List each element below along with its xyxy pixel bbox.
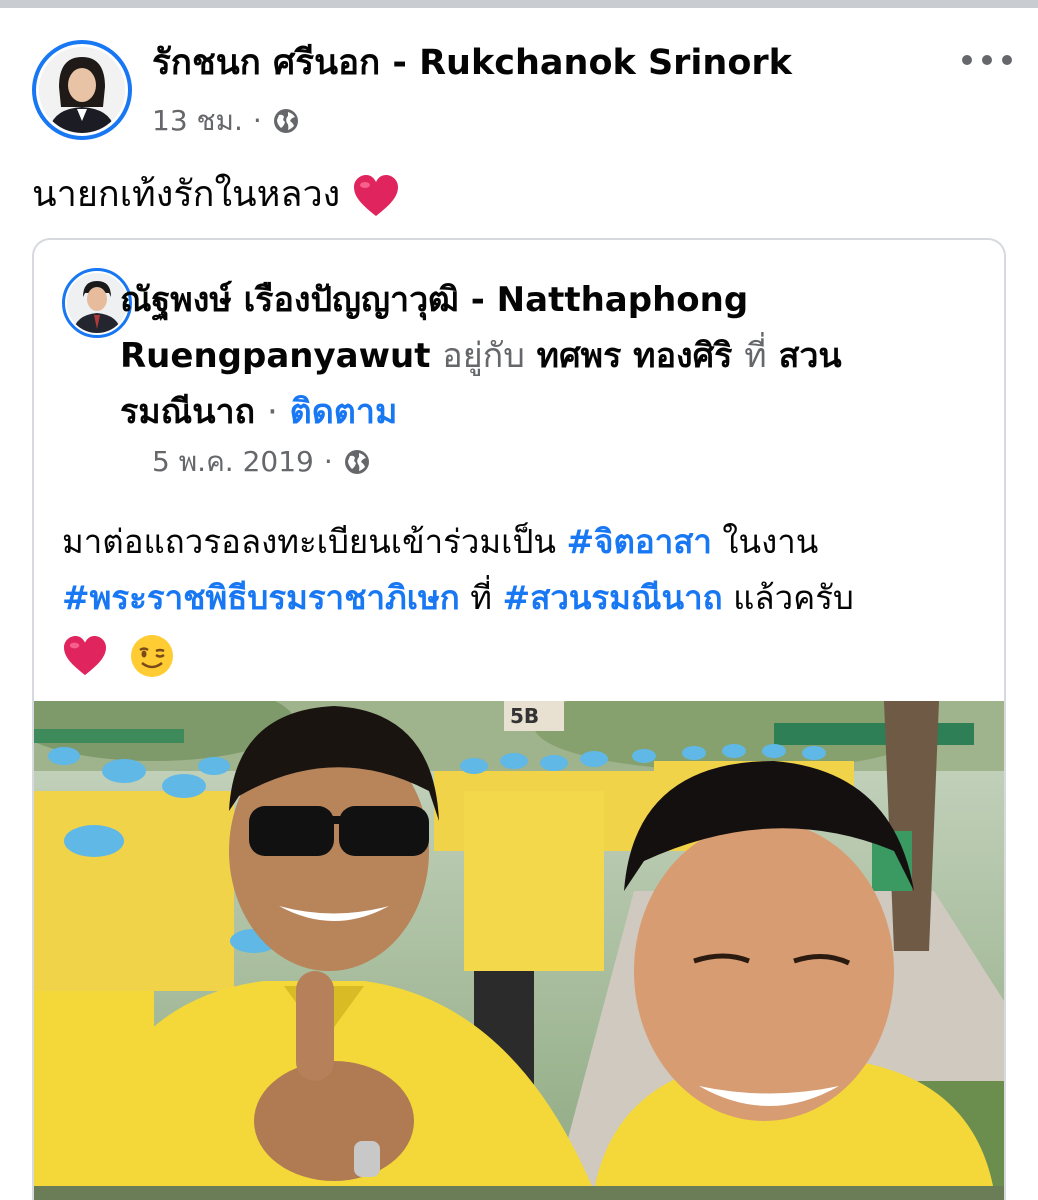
body-line2: #พระราชพิธีบรมราชาภิเษก ที่ #สวนรมณีนาถ … [62,570,1002,626]
shared-author-line2: Ruengpanyawut อยู่กับ ทศพร ทองศิริ ที่ ส… [120,328,940,384]
shared-photo[interactable]: 5B [34,701,1004,1191]
meta-separator: · [323,445,333,478]
avatar-photo [39,47,125,133]
body-line3 [62,626,1002,682]
shared-post-body: มาต่อแถวรอลงทะเบียนเข้าร่วมเป็น #จิตอาสา… [62,514,1002,682]
avatar-photo [67,273,127,333]
body-text1: มาต่อแถวรอลงทะเบียนเข้าร่วมเป็น [62,522,556,561]
tagged-person[interactable]: ทศพร ทองศิริ [537,336,733,376]
top-divider [0,0,1038,8]
post-author-name[interactable]: รักชนก ศรีนอก - Rukchanok Srinork [152,42,792,84]
shared-post-meta: 5 พ.ค. 2019 · [152,445,371,479]
globe-icon [344,450,369,474]
photo-bottom-strip [34,1186,1004,1200]
shared-author-line1[interactable]: ณัฐพงษ์ เรืองปัญญาวุฒิ - Natthaphong [120,272,940,328]
dot [962,55,972,65]
header-separator: · [266,392,278,432]
hashtag-link[interactable]: #สวนรมณีนาถ [503,578,723,617]
body-text3: ที่ [470,578,493,617]
shared-post-date[interactable]: 5 พ.ค. 2019 [152,445,314,479]
red-heart-emoji [64,635,106,675]
hashtag-link[interactable]: #พระราชพิธีบรมราชาภิเษก [62,578,460,617]
body-text2: ในงาน [722,522,819,561]
author-avatar[interactable] [32,40,132,140]
post-meta: 13 ชม. · [152,104,300,138]
post-text: นายกเท้งรักในหลวง [32,170,400,220]
dot [982,55,992,65]
body-text4: แล้วครับ [733,578,854,617]
red-heart-emoji [353,175,398,216]
globe-icon [273,109,298,133]
dot [1002,55,1012,65]
follow-button[interactable]: ติดตาม [290,392,398,432]
location-part2[interactable]: รมณีนาถ [120,392,255,432]
hashtag-link[interactable]: #จิตอาสา [566,522,711,561]
sign-label: 5B [510,704,539,728]
meta-separator: · [252,104,262,137]
winking-face-emoji [130,634,173,677]
location-part1[interactable]: สวน [779,336,842,376]
more-options-icon[interactable] [962,48,1012,72]
post-time[interactable]: 13 ชม. [152,104,243,138]
shared-author-line3: รมณีนาถ · ติดตาม [120,384,940,440]
post-body: นายกเท้งรักในหลวง [32,174,341,215]
shared-post-header: ณัฐพงษ์ เรืองปัญญาวุฒิ - Natthaphong Rue… [120,272,940,440]
body-line1: มาต่อแถวรอลงทะเบียนเข้าร่วมเป็น #จิตอาสา… [62,514,1002,570]
at-label: ที่ [744,336,767,376]
with-label: อยู่กับ [442,336,525,376]
shared-author-name-end[interactable]: Ruengpanyawut [120,336,430,376]
